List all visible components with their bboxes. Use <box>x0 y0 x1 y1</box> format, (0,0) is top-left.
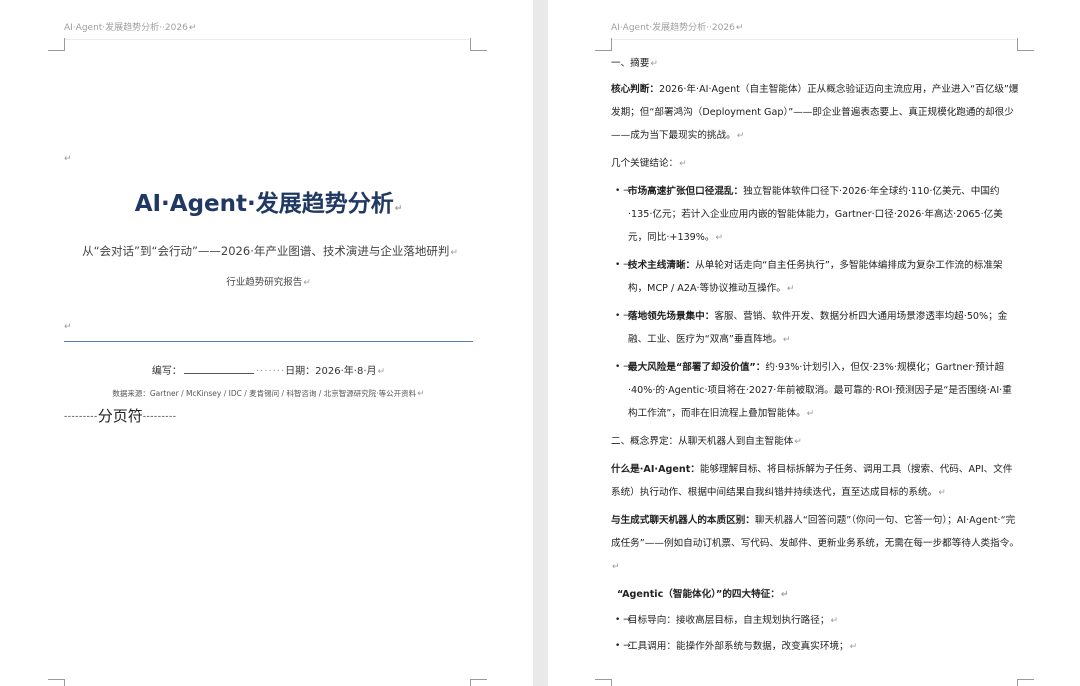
paragraph-mark: ↵ <box>188 23 197 33</box>
bullet-icon: • → <box>615 615 631 625</box>
margin-corner-bottom-right <box>470 679 487 686</box>
author-blank[interactable] <box>183 363 254 374</box>
paragraph-mark: ↵ <box>377 367 386 377</box>
bullet-icon: • → <box>615 362 631 372</box>
author-label: 编写： <box>151 366 182 377</box>
margin-corner-top-left <box>48 38 65 51</box>
paragraph-mark: ↵ <box>394 204 403 214</box>
running-header: AI·Agent·发展趋势分析··2026↵ <box>611 23 744 33</box>
difference-paragraph: 与生成式聊天机器人的本质区别：聊天机器人“回答问题”（你问一句、它答一句）；AI… <box>611 515 1019 572</box>
author-date-line: 编写： ·······日期：2026·年·8·月↵ <box>64 362 473 377</box>
cover-divider <box>64 341 473 342</box>
list-item: • → 技术主线清晰：从单轮对话走向“自主任务执行”，多智能体编排成为复杂工作流的… <box>611 254 1019 301</box>
document-body: 一、摘要↵ 核心判断：2026·年·AI·Agent（自主智能体）正从概念验证迈… <box>611 52 1019 661</box>
bullet-icon: • → <box>615 641 631 651</box>
empty-paragraph: ↵ <box>64 154 72 164</box>
paragraph-mark: ↵ <box>303 278 311 288</box>
running-header: AI·Agent·发展趋势分析··2026↵ <box>64 23 197 33</box>
cover-title: AI·Agent·发展趋势分析↵ <box>134 191 403 217</box>
list-item: • → 市场高速扩张但口径混乱：独立智能体软件口径下·2026·年全球约·110·… <box>611 180 1019 250</box>
header-divider <box>64 39 469 40</box>
document-page-left: AI·Agent·发展趋势分析··2026↵ ↵ AI·Agent·发展趋势分析… <box>0 0 533 686</box>
bullet-icon: • → <box>615 311 631 321</box>
page-break-marker: ---------分页符--------- <box>64 407 177 425</box>
paragraph-mark: ↵ <box>735 23 744 33</box>
list-item: • → 目标导向：接收高层目标，自主规划执行路径；↵ <box>611 609 1019 633</box>
date-text: 日期：2026·年·8·月 <box>285 366 377 377</box>
cover-organization: 行业趋势研究报告↵ <box>226 277 311 288</box>
core-judgment-paragraph: 核心判断：2026·年·AI·Agent（自主智能体）正从概念验证迈向主流应用，… <box>611 84 1019 141</box>
empty-paragraph: ↵ <box>64 322 72 332</box>
page-break-label: 分页符 <box>97 407 143 425</box>
margin-corner-top-right <box>1017 38 1034 51</box>
bullet-icon: • → <box>615 260 631 270</box>
paragraph-mark: ↵ <box>417 389 425 399</box>
tab-leader: ······· <box>255 366 286 377</box>
list-item: • → 最大风险是“部署了却没价值”：约·93%·计划引入，但仅·23%·规模化；… <box>611 356 1019 426</box>
margin-corner-top-right <box>470 38 487 51</box>
features-heading: “Agentic（智能体化）”的四大特征：↵ <box>617 589 789 600</box>
conclusions-heading: 几个关键结论：↵ <box>611 158 687 169</box>
list-item: • → 落地领先场景集中：客服、营销、软件开发、数据分析四大通用场景渗透率均超·5… <box>611 305 1019 352</box>
margin-corner-top-left <box>595 38 612 51</box>
header-divider <box>611 39 1016 40</box>
paragraph-mark: ↵ <box>450 248 458 258</box>
document-page-right: AI·Agent·发展趋势分析··2026↵ 一、摘要↵ 核心判断：2026·年… <box>548 0 1080 686</box>
bullet-icon: • → <box>615 186 631 196</box>
margin-corner-bottom-left <box>48 679 65 686</box>
key-conclusions-list: • → 市场高速扩张但口径混乱：独立智能体软件口径下·2026·年全球约·110·… <box>611 180 1019 426</box>
list-item: • → 工具调用：能操作外部系统与数据，改变真实环境；↵ <box>611 635 1019 659</box>
section-heading-summary: 一、摘要↵ <box>611 58 658 69</box>
section-heading-concepts: 二、概念界定：从聊天机器人到自主智能体↵ <box>611 436 802 447</box>
what-is-agent-paragraph: 什么是·AI·Agent：能够理解目标、将目标拆解为子任务、调用工具（搜索、代码… <box>611 464 1013 498</box>
data-source-line: 数据来源：Gartner / McKinsey / IDC / 麦肯锡问 / 科… <box>112 389 425 399</box>
features-list: • → 目标导向：接收高层目标，自主规划执行路径；↵ • → 工具调用：能操作外部系… <box>611 609 1019 659</box>
margin-corner-bottom-left <box>595 679 612 686</box>
margin-corner-bottom-right <box>1017 679 1034 686</box>
cover-subtitle: 从“会对话”到“会行动”——2026·年产业图谱、技术演进与企业落地研判↵ <box>82 244 458 258</box>
